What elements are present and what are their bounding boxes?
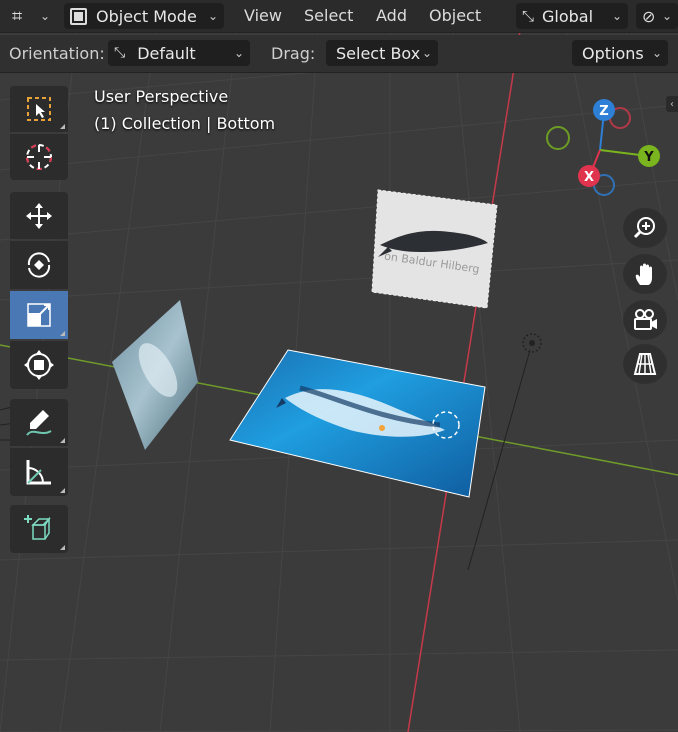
image-plane-top[interactable]: on Baldur Hilberg	[371, 189, 498, 309]
submenu-corner-icon	[60, 488, 65, 493]
orientation-axes-icon: ⤡	[114, 45, 126, 61]
hand-pan-icon	[635, 263, 652, 285]
transform-orientation-label: Global	[542, 6, 594, 26]
drag-label: Drag:	[271, 44, 316, 63]
chevron-down-icon: ⌄	[233, 46, 244, 60]
scale-icon	[27, 303, 51, 327]
chevron-down-icon: ⌄	[421, 46, 432, 60]
orientation-dropdown[interactable]: ⤡ Default ⌄	[108, 40, 250, 66]
chevron-down-icon: ⌄	[39, 9, 50, 23]
add-cube-icon	[24, 515, 51, 540]
tool-add-cube[interactable]	[10, 505, 68, 553]
chevron-left-icon: ‹	[670, 98, 674, 110]
chevron-down-icon: ⌄	[611, 9, 622, 23]
gizmo-x-label: X	[584, 170, 594, 185]
transform-icon	[24, 350, 54, 380]
transform-orientation-dropdown[interactable]: ⤡ Global ⌄	[516, 3, 628, 29]
tool-cursor[interactable]	[10, 134, 68, 180]
camera-icon	[634, 309, 657, 330]
chevron-down-icon: ⌄	[207, 9, 218, 23]
submenu-corner-icon	[60, 331, 65, 336]
view-perspective-text: User Perspective	[94, 87, 229, 106]
menu-view[interactable]: View	[244, 6, 282, 25]
chevron-down-icon: ⌄	[661, 9, 672, 23]
link-icon: ⊘	[642, 6, 656, 26]
tool-scale[interactable]	[10, 291, 68, 339]
cursor-icon	[26, 144, 52, 170]
collection-info-text: (1) Collection | Bottom	[94, 114, 276, 133]
measure-icon	[26, 460, 51, 485]
tool-annotate[interactable]	[10, 399, 68, 446]
zoom-button[interactable]	[623, 208, 667, 248]
tool-transform[interactable]	[10, 341, 68, 389]
gizmo-z-label: Z	[599, 104, 608, 119]
camera-view-button[interactable]	[623, 300, 667, 340]
menu-select[interactable]: Select	[304, 6, 353, 25]
menu-object[interactable]: Object	[429, 6, 481, 25]
submenu-corner-icon	[60, 438, 65, 443]
orientation-label: Orientation:	[9, 44, 105, 63]
rotate-icon	[27, 252, 51, 278]
viewport-grid-icon: ⌗	[12, 5, 23, 27]
options-label: Options	[582, 43, 644, 63]
snapping-dropdown[interactable]: ⊘ ⌄	[636, 3, 678, 29]
orientation-value: Default	[137, 43, 196, 63]
submenu-corner-icon	[60, 545, 65, 550]
tool-select-box[interactable]	[10, 86, 68, 132]
mode-dropdown-label: Object Mode	[96, 6, 197, 26]
grid-perspective-icon	[633, 353, 657, 375]
select-box-icon	[27, 97, 51, 121]
pan-button[interactable]	[623, 254, 667, 294]
tool-rotate[interactable]	[10, 241, 68, 289]
mode-dropdown[interactable]: Object Mode ⌄	[64, 3, 224, 29]
drag-dropdown[interactable]: Select Box ⌄	[326, 40, 438, 66]
tool-move[interactable]	[10, 192, 68, 239]
perspective-toggle-button[interactable]	[623, 344, 667, 384]
3d-viewport[interactable]: on Baldur Hilberg Z Y X	[0, 0, 678, 732]
move-icon	[26, 202, 52, 229]
gizmo-y-label: Y	[643, 150, 654, 165]
transform-orientation-icon: ⤡	[522, 7, 535, 25]
zoom-icon	[633, 217, 655, 239]
menu-add[interactable]: Add	[376, 6, 407, 25]
chevron-down-icon: ⌄	[651, 46, 662, 60]
drag-value: Select Box	[336, 43, 421, 63]
submenu-corner-icon	[60, 124, 65, 129]
object-mode-icon	[70, 7, 87, 25]
options-dropdown[interactable]: Options ⌄	[572, 40, 668, 66]
tool-measure[interactable]	[10, 448, 68, 496]
annotate-icon	[26, 409, 52, 436]
editor-type-dropdown[interactable]: ⌗ ⌄	[6, 3, 56, 29]
sidebar-toggle-arrow[interactable]: ‹	[666, 96, 678, 112]
